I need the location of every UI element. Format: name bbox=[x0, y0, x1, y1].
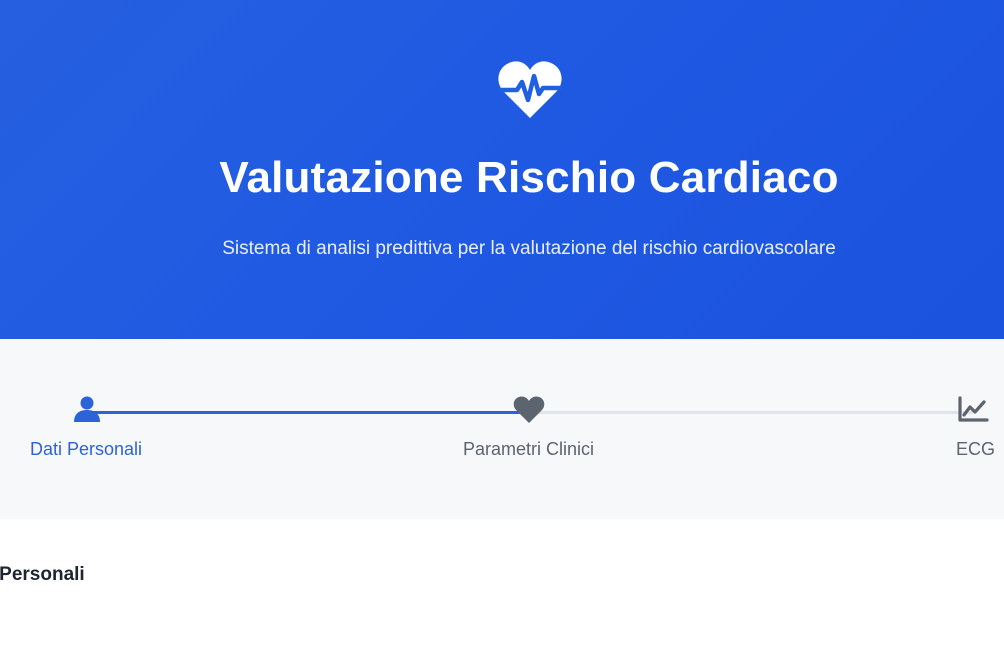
step-label-ecg[interactable]: ECG bbox=[956, 438, 995, 460]
step-label-dati-personali[interactable]: Dati Personali bbox=[30, 438, 142, 460]
heart-icon[interactable] bbox=[513, 396, 545, 424]
form-content bbox=[0, 519, 1004, 650]
progress-stepper bbox=[0, 339, 1004, 519]
heart-pulse-icon bbox=[498, 61, 562, 118]
step-connector-pending bbox=[529, 411, 973, 414]
user-icon[interactable] bbox=[73, 395, 101, 423]
section-title: Dati Personali bbox=[0, 564, 85, 585]
chart-line-icon[interactable] bbox=[957, 396, 989, 424]
step-connector-completed bbox=[88, 411, 529, 414]
step-label-parametri-clinici[interactable]: Parametri Clinici bbox=[463, 438, 594, 460]
header-banner: Valutazione Rischio Cardiaco Sistema di … bbox=[0, 0, 1004, 339]
page-title: Valutazione Rischio Cardiaco bbox=[219, 153, 839, 202]
page-subtitle: Sistema di analisi predittiva per la val… bbox=[222, 238, 836, 259]
